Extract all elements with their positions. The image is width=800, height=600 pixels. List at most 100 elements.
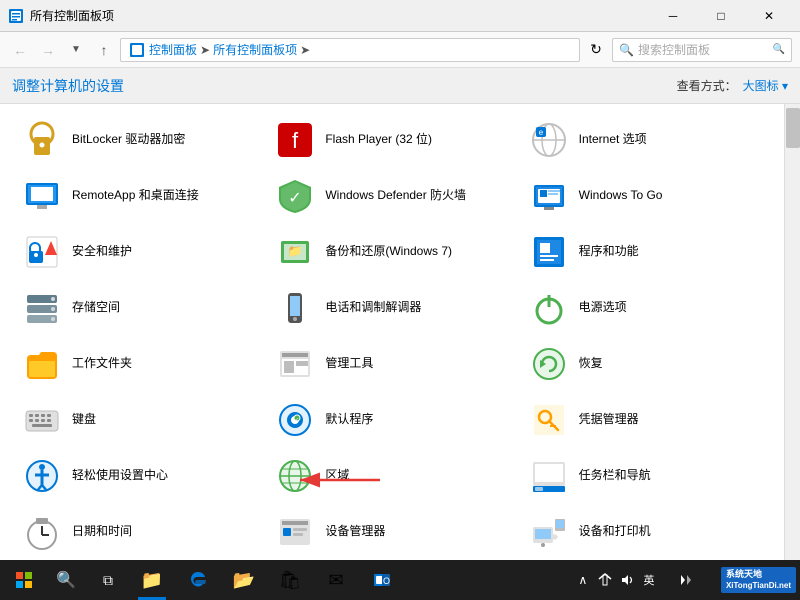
title-bar: 所有控制面板项 ─ □ ✕	[0, 0, 800, 32]
power-label: 电源选项	[579, 300, 627, 316]
control-item-remoteapp[interactable]: RemoteApp 和桌面连接	[12, 168, 265, 224]
control-item-taskbar[interactable]: 任务栏和导航	[519, 448, 772, 504]
systray-chevron[interactable]: ∧	[573, 570, 593, 590]
view-mode-selector[interactable]: 大图标 ▾	[743, 77, 788, 94]
close-button[interactable]: ✕	[746, 0, 792, 32]
control-item-bitlocker[interactable]: BitLocker 驱动器加密	[12, 112, 265, 168]
svg-text:📁: 📁	[288, 244, 303, 258]
control-item-backup[interactable]: 📁 备份和还原(Windows 7)	[265, 224, 518, 280]
workfolder-label: 工作文件夹	[72, 356, 132, 372]
flashplayer-label: Flash Player (32 位)	[325, 132, 432, 148]
breadcrumb-segment-current[interactable]: 所有控制面板项	[213, 41, 297, 58]
scrollbar-thumb[interactable]	[786, 108, 800, 148]
maximize-button[interactable]: □	[698, 0, 744, 32]
systray-network[interactable]	[595, 570, 615, 590]
svg-text:f: f	[292, 128, 299, 153]
control-item-easeaccess[interactable]: 轻松使用设置中心	[12, 448, 265, 504]
systray-lang[interactable]: 英	[639, 570, 659, 590]
datetime-icon	[22, 512, 62, 552]
systray-time[interactable]	[661, 570, 711, 590]
control-item-power[interactable]: 电源选项	[519, 280, 772, 336]
svg-text:O: O	[383, 576, 390, 586]
control-item-devicemgr[interactable]: 设备管理器	[265, 504, 518, 560]
taskbar-edge[interactable]	[176, 560, 220, 600]
taskbar-icon	[529, 456, 569, 496]
defaultprog-label: 默认程序	[325, 412, 373, 428]
devicemgr-icon	[275, 512, 315, 552]
control-item-defender[interactable]: ✓ Windows Defender 防火墙	[265, 168, 518, 224]
control-item-workfolder[interactable]: 工作文件夹	[12, 336, 265, 392]
recovery-label: 恢复	[579, 356, 603, 372]
scrollbar-track[interactable]	[784, 104, 800, 560]
control-item-datetime[interactable]: 日期和时间	[12, 504, 265, 560]
defaultprog-icon: ✓	[275, 400, 315, 440]
breadcrumb-segment[interactable]: 控制面板	[149, 41, 197, 58]
forward-button[interactable]: →	[36, 38, 60, 62]
keyboard-icon	[22, 400, 62, 440]
systray-volume[interactable]	[617, 570, 637, 590]
control-item-keyboard[interactable]: 键盘	[12, 392, 265, 448]
toolbar: 调整计算机的设置 查看方式： 大图标 ▾	[0, 68, 800, 104]
control-item-security[interactable]: 安全和维护	[12, 224, 265, 280]
taskbar-mail[interactable]: ✉	[314, 560, 358, 600]
minimize-button[interactable]: ─	[650, 0, 696, 32]
control-item-defaultprog[interactable]: ✓ 默认程序	[265, 392, 518, 448]
control-item-phone[interactable]: 电话和调制解调器	[265, 280, 518, 336]
recent-button[interactable]: ▼	[64, 38, 88, 62]
svg-text:e: e	[538, 128, 543, 137]
taskbar-store[interactable]: 🛍	[268, 560, 312, 600]
phone-icon	[275, 288, 315, 328]
security-icon	[22, 232, 62, 272]
backup-icon: 📁	[275, 232, 315, 272]
back-button[interactable]: ←	[8, 38, 32, 62]
title-bar-icon	[8, 8, 24, 24]
windowstogo-icon	[529, 176, 569, 216]
up-button[interactable]: ↑	[92, 38, 116, 62]
search-button[interactable]: 🔍	[46, 560, 86, 600]
datetime-label: 日期和时间	[72, 524, 132, 540]
task-view-button[interactable]: ⧉	[88, 560, 128, 600]
backup-label: 备份和还原(Windows 7)	[325, 244, 452, 260]
taskbar-label: 任务栏和导航	[579, 468, 651, 484]
credential-icon	[529, 400, 569, 440]
remoteapp-icon	[22, 176, 62, 216]
taskbar-folder[interactable]: 📂	[222, 560, 266, 600]
control-item-admintools[interactable]: 管理工具	[265, 336, 518, 392]
security-label: 安全和维护	[72, 244, 132, 260]
programs-icon	[529, 232, 569, 272]
control-item-flashplayer[interactable]: f Flash Player (32 位)	[265, 112, 518, 168]
refresh-button[interactable]: ↻	[584, 38, 608, 62]
control-item-internet[interactable]: eInternet 选项	[519, 112, 772, 168]
bitlocker-icon	[22, 120, 62, 160]
control-item-credential[interactable]: 凭据管理器	[519, 392, 772, 448]
control-item-recovery[interactable]: 恢复	[519, 336, 772, 392]
search-submit-icon: 🔍	[773, 44, 785, 55]
taskbar-outlook[interactable]: O	[360, 560, 404, 600]
region-label: 区域	[325, 468, 349, 484]
control-item-devices[interactable]: 设备和打印机	[519, 504, 772, 560]
taskbar-explorer[interactable]: 📁	[130, 560, 174, 600]
control-item-windowstogo[interactable]: Windows To Go	[519, 168, 772, 224]
start-button[interactable]	[4, 560, 44, 600]
bitlocker-label: BitLocker 驱动器加密	[72, 132, 185, 148]
defender-label: Windows Defender 防火墙	[325, 188, 466, 204]
control-item-region[interactable]: 区域	[265, 448, 518, 504]
easeaccess-label: 轻松使用设置中心	[72, 468, 168, 484]
admintools-label: 管理工具	[325, 356, 373, 372]
systray: ∧ 英	[565, 570, 719, 590]
toolbar-right: 查看方式： 大图标 ▾	[677, 77, 788, 94]
defender-icon: ✓	[275, 176, 315, 216]
search-box[interactable]: 🔍 搜索控制面板 🔍	[612, 38, 792, 62]
main-content: BitLocker 驱动器加密 f Flash Player (32 位) eInte…	[0, 104, 800, 560]
devices-icon	[529, 512, 569, 552]
taskbar: 🔍 ⧉ 📁 📂 🛍 ✉ O ∧	[0, 560, 800, 600]
address-path[interactable]: 控制面板 ➤ 所有控制面板项 ➤	[120, 38, 580, 62]
control-item-storage[interactable]: 存储空间	[12, 280, 265, 336]
control-item-programs[interactable]: 程序和功能	[519, 224, 772, 280]
toolbar-heading: 调整计算机的设置	[12, 76, 124, 96]
remoteapp-label: RemoteApp 和桌面连接	[72, 188, 199, 204]
items-grid: BitLocker 驱动器加密 f Flash Player (32 位) eInte…	[12, 112, 772, 560]
credential-label: 凭据管理器	[579, 412, 639, 428]
recovery-icon	[529, 344, 569, 384]
phone-label: 电话和调制解调器	[325, 300, 421, 316]
